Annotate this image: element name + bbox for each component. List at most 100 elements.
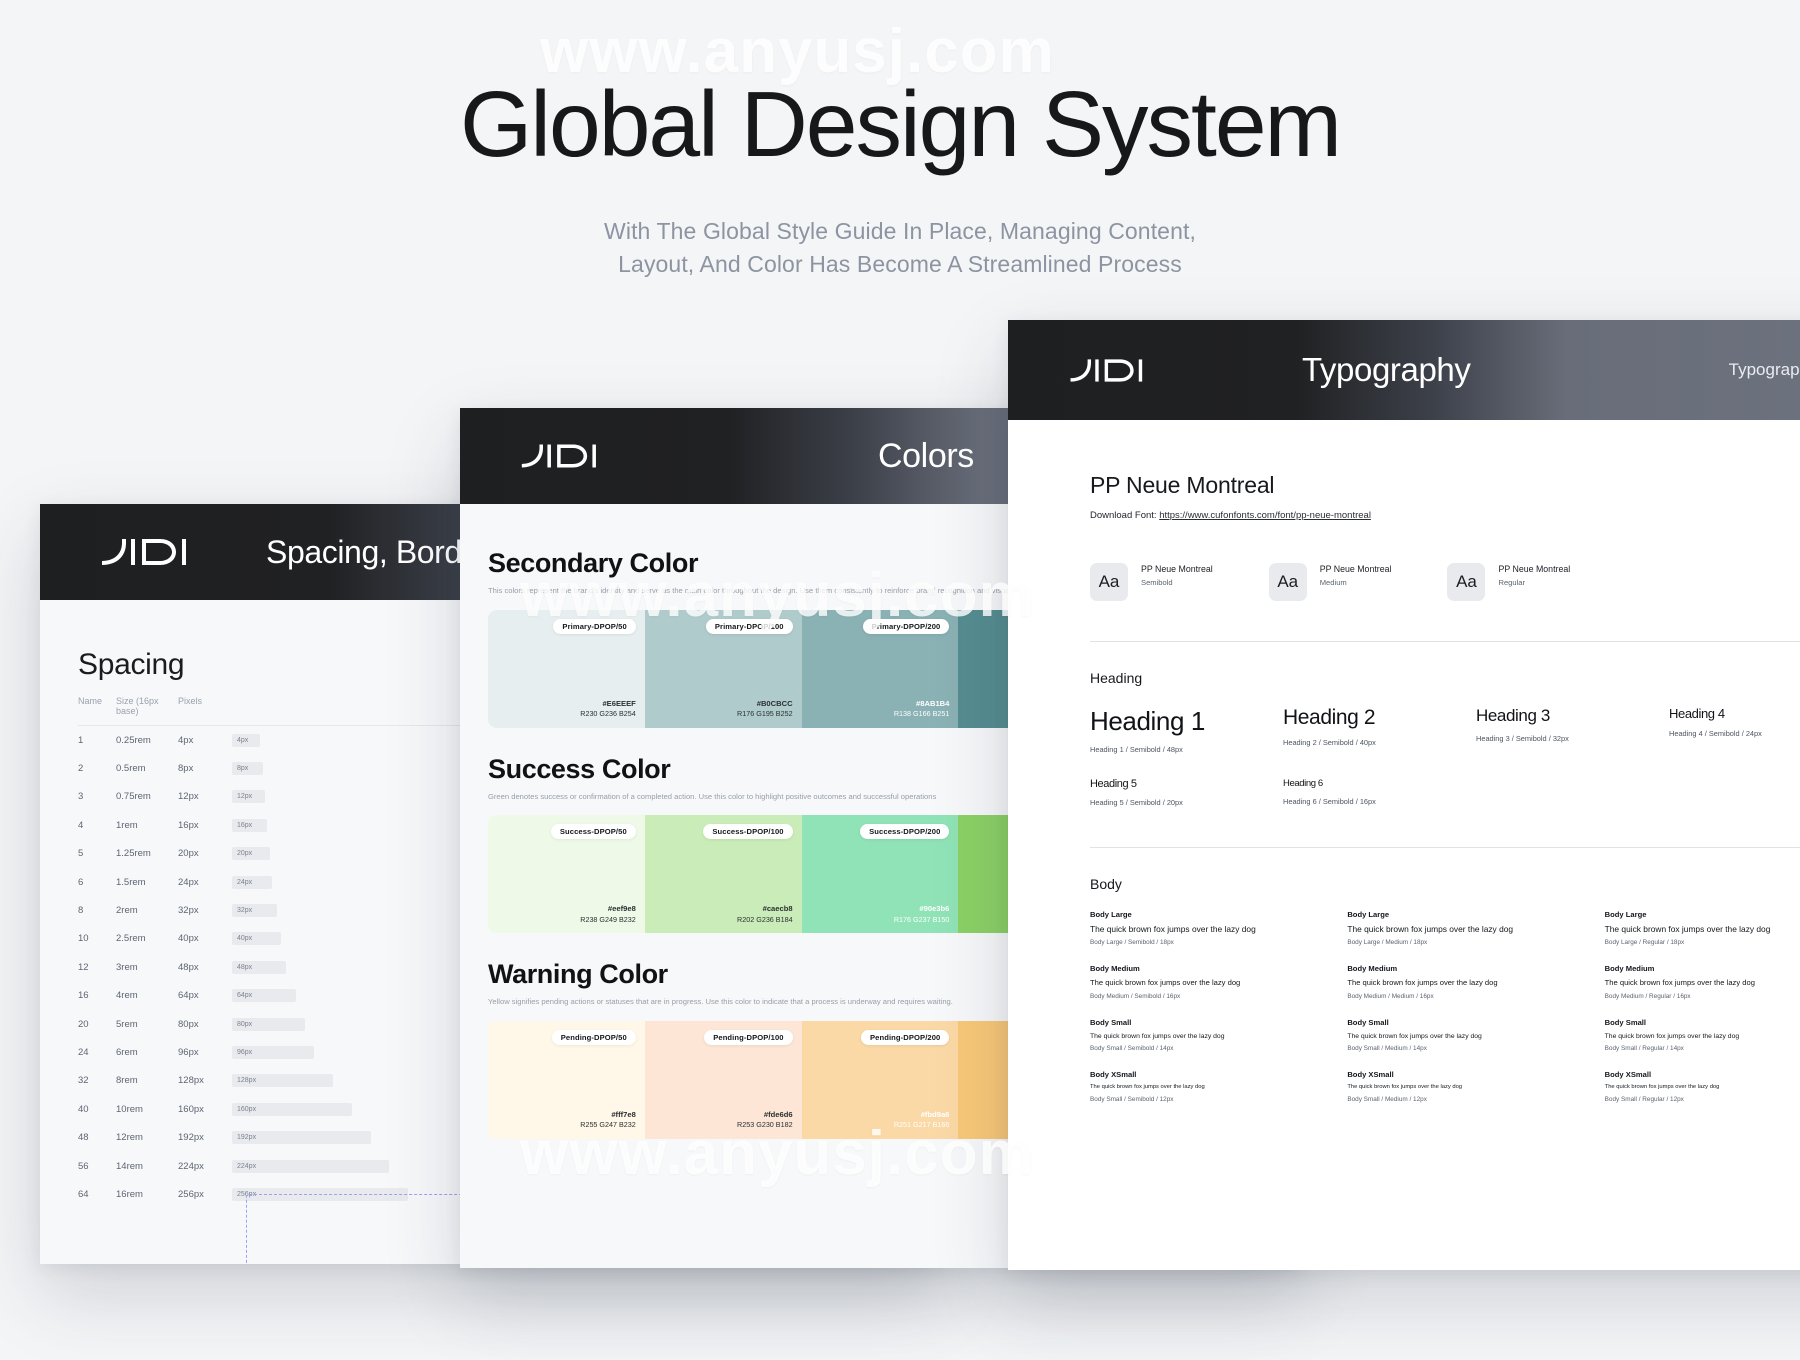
- cell-size: 10rem: [116, 1103, 143, 1115]
- body-block-title: Body: [1090, 876, 1122, 892]
- hero-subtitle-line1: With The Global Style Guide In Place, Ma…: [604, 218, 1196, 244]
- body-specimen: Body Medium The quick brown fox jumps ove…: [1090, 964, 1325, 999]
- color-values: #caecb8 R202 G236 B184: [737, 904, 793, 924]
- cell-size: 0.25rem: [116, 734, 151, 746]
- body-specimen: Body Large The quick brown fox jumps over…: [1090, 910, 1325, 946]
- typography-card[interactable]: Typography Typography Style PP Neue Mont…: [1008, 320, 1800, 1270]
- jidi-logo: [1068, 356, 1188, 385]
- weight-font-name: PP Neue Montreal: [1498, 564, 1571, 574]
- cell-name: 48: [78, 1132, 89, 1144]
- color-values: #eef9e8 R238 G249 B232: [580, 904, 636, 924]
- heading-sample: Heading 1: [1090, 706, 1205, 736]
- color-swatch[interactable]: Success-DPOP/50 #eef9e8 R238 G249 B232: [488, 815, 645, 934]
- heading-spec: Heading 3 / Semibold / 32px: [1476, 734, 1569, 743]
- color-hex: #eef9e8: [607, 904, 636, 914]
- color-values: #90e3b6 R176 G237 B150: [894, 904, 950, 924]
- color-swatch[interactable]: Pending-DPOP/200 #fbd9a6 R251 G217 B166: [801, 1020, 959, 1139]
- cell-size: 3rem: [116, 961, 138, 973]
- cell-size: 14rem: [116, 1160, 143, 1172]
- color-rgb: R251 G217 B166: [893, 1120, 950, 1130]
- cell-pixels: 80px: [178, 1018, 199, 1030]
- typography-card-title: Typography: [1302, 351, 1471, 388]
- weight-font-name: PP Neue Montreal: [1319, 564, 1392, 574]
- body-specimen-column: Body Large The quick brown fox jumps over…: [1090, 910, 1347, 1121]
- heading-sample: Heading 6: [1283, 778, 1323, 789]
- cell-name: 32: [78, 1075, 89, 1087]
- weight-name: Semibold: [1141, 577, 1173, 587]
- color-hex: #B0CBCC: [756, 698, 793, 708]
- body-sample: The quick brown fox jumps over the lazy …: [1090, 924, 1256, 934]
- body-specimen: Body Medium The quick brown fox jumps ove…: [1347, 964, 1582, 999]
- body-sample: The quick brown fox jumps over the lazy …: [1347, 924, 1514, 934]
- cell-pixels: 224px: [178, 1160, 204, 1172]
- heading-spec: Heading 1 / Semibold / 48px: [1090, 745, 1183, 754]
- color-swatch[interactable]: Pending-DPOP/100 #fde6d6 R253 G230 B182: [644, 1020, 802, 1139]
- cell-bar-outlined: 256px: [222, 1187, 456, 1201]
- cell-name: 16: [78, 990, 89, 1002]
- color-swatch[interactable]: Success-DPOP/200 #90e3b6 R176 G237 B150: [801, 815, 959, 934]
- weight-info: PP Neue Montreal Regular: [1498, 563, 1570, 588]
- body-spec: Body Large / Medium / 18px: [1347, 939, 1428, 947]
- page-title: Global Design System: [459, 72, 1342, 176]
- cell-name: 24: [78, 1046, 89, 1058]
- aa-sample: Aa: [1447, 563, 1486, 601]
- cell-pixels: 128px: [178, 1075, 204, 1087]
- color-values: #fff7e8 R255 G247 B232: [580, 1110, 636, 1130]
- font-download-link[interactable]: https://www.cufonfonts.com/font/pp-neue-…: [1159, 510, 1371, 521]
- color-values: #8AB1B4 R138 G166 B251: [894, 699, 950, 719]
- body-name: Body XSmall: [1090, 1069, 1137, 1079]
- color-rgb: R202 G236 B184: [737, 914, 793, 924]
- weight-name: Medium: [1319, 577, 1347, 587]
- color-swatch[interactable]: Primary-DPOP/100 #B0CBCC R176 G195 B252: [644, 609, 802, 728]
- cell-bar-outlined: 4px: [222, 733, 456, 747]
- hero-section: Global Design System With The Global Sty…: [0, 0, 1800, 280]
- color-hex: #caecb8: [762, 904, 793, 914]
- cell-name: 8: [78, 905, 84, 917]
- heading-specimen: Heading 4 Heading 4 / Semibold / 24px: [1669, 706, 1800, 754]
- column-header-name: Name: [78, 696, 103, 706]
- column-header-size: Size (16px base): [116, 696, 159, 716]
- cell-name: 5: [78, 848, 84, 860]
- color-values: #fbd9a6 R251 G217 B166: [894, 1110, 950, 1130]
- color-swatch[interactable]: Primary-DPOP/200 #8AB1B4 R138 G166 B251: [801, 609, 959, 728]
- body-specimen: Body XSmall The quick brown fox jumps ove…: [1090, 1070, 1325, 1103]
- heading-block-title: Heading: [1090, 670, 1143, 686]
- heading-spec: Heading 6 / Semibold / 16px: [1283, 797, 1376, 806]
- font-family-name: PP Neue Montreal: [1090, 472, 1275, 498]
- heading-specimen: Heading 3 Heading 3 / Semibold / 32px: [1476, 706, 1669, 754]
- body-name: Body Medium: [1347, 964, 1398, 974]
- typography-card-header: Typography Typography Style: [1008, 320, 1800, 420]
- color-swatch[interactable]: Primary-DPOP/50 #E6EEEF R230 G236 B254: [488, 609, 645, 728]
- color-token-label: Pending-DPOP/50: [551, 1029, 636, 1045]
- aa-sample: Aa: [1090, 563, 1128, 601]
- color-swatch[interactable]: Success-DPOP/100 #caecb8 R202 G236 B184: [644, 815, 802, 934]
- cell-pixels: 20px: [178, 848, 199, 860]
- color-rgb: R176 G195 B252: [737, 708, 793, 718]
- cell-bar-outlined: 32px: [222, 904, 456, 918]
- body-specimen: Body XSmall The quick brown fox jumps ove…: [1347, 1070, 1582, 1103]
- cell-size: 5rem: [116, 1018, 138, 1030]
- body-specimen: Body Large The quick brown fox jumps over…: [1605, 910, 1800, 946]
- cell-bar-outlined: 40px: [222, 932, 456, 946]
- cell-pixels: 4px: [178, 734, 194, 746]
- color-rgb: R253 G230 B182: [737, 1120, 793, 1130]
- body-sample: The quick brown fox jumps over the lazy …: [1347, 978, 1498, 988]
- cell-bar-outlined: 128px: [222, 1074, 456, 1088]
- body-name: Body Medium: [1604, 964, 1655, 974]
- cell-name: 20: [78, 1018, 89, 1030]
- color-swatch[interactable]: Pending-DPOP/50 #fff7e8 R255 G247 B232: [488, 1020, 645, 1139]
- body-specimen-column: Body Large The quick brown fox jumps over…: [1347, 910, 1604, 1121]
- body-name: Body Small: [1090, 1017, 1132, 1027]
- body-sample: The quick brown fox jumps over the lazy …: [1604, 978, 1755, 988]
- heading-spec: Heading 5 / Semibold / 20px: [1090, 798, 1183, 807]
- body-sample: The quick brown fox jumps over the lazy …: [1604, 1083, 1720, 1090]
- body-name: Body Medium: [1090, 964, 1140, 974]
- cell-bar-outlined: 80px: [222, 1017, 456, 1031]
- cell-size: 16rem: [116, 1188, 143, 1200]
- cell-size: 2rem: [116, 905, 138, 917]
- body-spec: Body Large / Regular / 18px: [1604, 939, 1685, 947]
- cell-name: 6: [78, 876, 84, 888]
- cell-pixels: 24px: [178, 876, 199, 888]
- body-spec: Body Small / Semibold / 14px: [1090, 1044, 1174, 1052]
